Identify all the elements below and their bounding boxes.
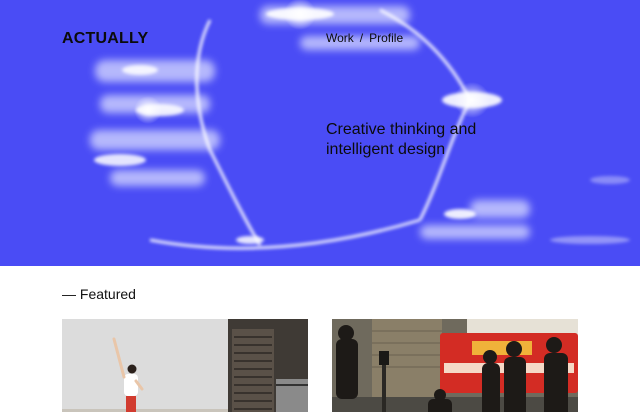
featured-card-street[interactable] <box>332 319 578 412</box>
nav-link-work[interactable]: Work <box>326 31 354 45</box>
site-logo[interactable]: ACTUALLY <box>62 30 148 48</box>
featured-card-dancer[interactable] <box>62 319 308 412</box>
nav-separator: / <box>359 31 364 45</box>
main-nav: Work / Profile <box>326 31 403 45</box>
hero-tagline: Creative thinking and intelligent design <box>326 121 477 158</box>
featured-heading: — Featured <box>62 286 136 302</box>
dancer-photo-image <box>62 319 308 412</box>
street-photo-image <box>332 319 578 412</box>
hero-banner: ACTUALLY Work / Profile Creative thinkin… <box>0 0 640 266</box>
nav-link-profile[interactable]: Profile <box>369 31 403 45</box>
